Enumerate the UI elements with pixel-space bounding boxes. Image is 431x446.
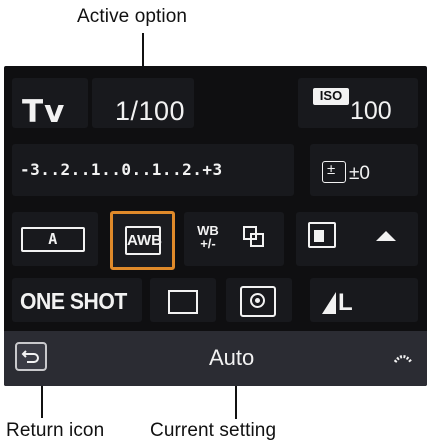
main-dial-icon	[393, 350, 413, 366]
current-setting: Auto	[209, 345, 255, 370]
picture-style-icon[interactable]: A	[21, 227, 85, 252]
image-quality-icon	[322, 292, 336, 314]
white-balance-icon: AWB	[125, 226, 162, 255]
wb-bracket-icon[interactable]	[243, 226, 265, 248]
iso-value[interactable]: 100	[350, 97, 392, 126]
af-mode[interactable]: ONE SHOT	[20, 288, 127, 315]
shooting-mode: Tv	[22, 94, 66, 130]
peripheral-illumination-icon[interactable]	[374, 227, 398, 248]
shutter-speed[interactable]: 1/100	[115, 96, 185, 127]
quick-control-screen: Tv 1/100 ISO 100 -3..2..1..0..1..2.+3 ±0…	[4, 66, 427, 386]
callout-current-setting: Current setting	[150, 420, 277, 441]
flash-comp-value[interactable]: ±0	[349, 163, 370, 185]
callout-return-icon: Return icon	[6, 420, 105, 441]
exposure-scale[interactable]: -3..2..1..0..1..2.+3	[20, 160, 223, 179]
picture-style-label: A	[48, 230, 58, 248]
iso-icon: ISO	[313, 88, 349, 105]
return-icon[interactable]	[15, 342, 47, 371]
callout-active-option: Active option	[77, 6, 188, 27]
image-quality-size[interactable]: L	[338, 289, 353, 317]
flash-exposure-comp-icon	[322, 161, 346, 183]
auto-lighting-optimizer-icon[interactable]	[308, 222, 336, 248]
evaluative-metering-icon[interactable]	[240, 286, 276, 317]
single-shot-icon[interactable]	[168, 290, 198, 314]
white-balance-active-option[interactable]: AWB	[110, 211, 175, 270]
wb-shift-icon[interactable]: WB +/-	[196, 224, 220, 250]
